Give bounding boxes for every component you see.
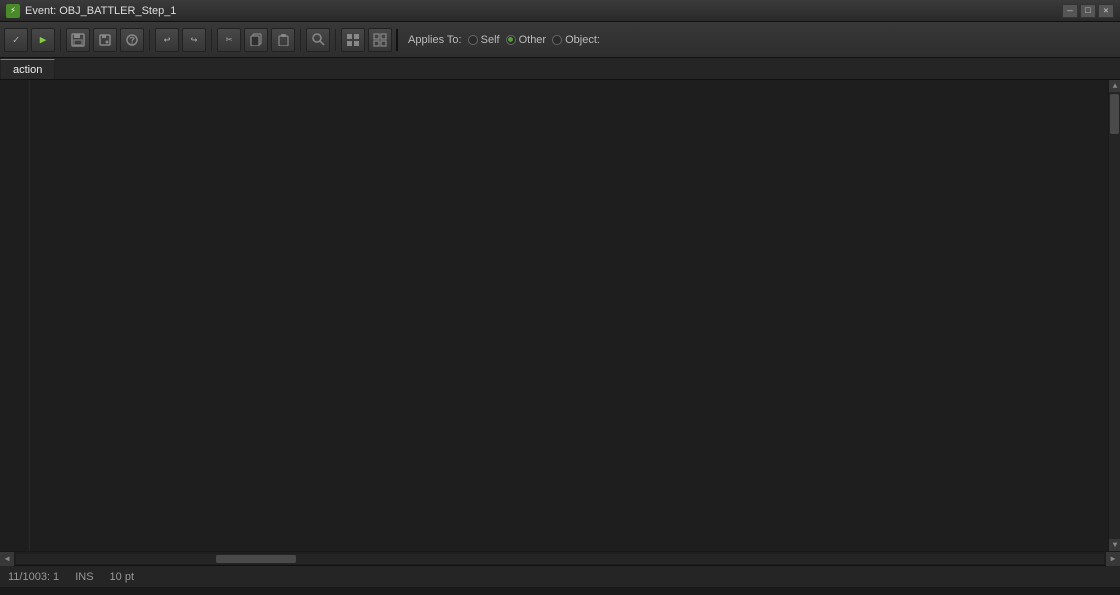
toolbar: ✓ ▶ ↩ ↪ ✂ Applies To: Self Other — [0, 22, 1120, 58]
check-button[interactable]: ✓ — [4, 28, 28, 52]
title-icon: ⚡ — [6, 4, 20, 18]
undo-button[interactable]: ↩ — [155, 28, 179, 52]
font-size: 10 pt — [110, 571, 134, 583]
grid1-button[interactable] — [341, 28, 365, 52]
close-button[interactable]: ✕ — [1098, 4, 1114, 18]
title-bar: ⚡ Event: OBJ_BATTLER_Step_1 — □ ✕ — [0, 0, 1120, 22]
applies-to-section: Applies To: Self Other Object: — [408, 34, 600, 46]
scroll-left-arrow[interactable]: ◀ — [0, 552, 14, 566]
scroll-up-arrow[interactable]: ▲ — [1109, 80, 1120, 92]
title-text: Event: OBJ_BATTLER_Step_1 — [25, 5, 1062, 17]
self-label: Self — [481, 34, 500, 46]
editor-wrapper — [0, 80, 30, 551]
applies-to-self[interactable]: Self — [468, 34, 500, 46]
object-radio[interactable] — [552, 35, 562, 45]
run-button[interactable]: ▶ — [31, 28, 55, 52]
save-small-button[interactable] — [93, 28, 117, 52]
horizontal-scrollbar[interactable]: ◀ ▶ — [0, 551, 1120, 565]
save-button[interactable] — [66, 28, 90, 52]
tab-bar: action — [0, 58, 1120, 80]
other-label: Other — [519, 34, 547, 46]
applies-to-label: Applies To: — [408, 34, 462, 46]
scroll-right-arrow[interactable]: ▶ — [1106, 552, 1120, 566]
other-radio[interactable] — [506, 35, 516, 45]
grid2-button[interactable] — [368, 28, 392, 52]
applies-to-other[interactable]: Other — [506, 34, 547, 46]
copy-button[interactable] — [244, 28, 268, 52]
line-numbers — [0, 80, 30, 551]
editor-container: ▲ ▼ — [0, 80, 1120, 551]
status-bar: 11/1003: 1 INS 10 pt — [0, 565, 1120, 587]
paste-button[interactable] — [271, 28, 295, 52]
self-radio[interactable] — [468, 35, 478, 45]
h-scroll-track[interactable] — [16, 554, 1104, 564]
search-button[interactable] — [306, 28, 330, 52]
cursor-position: 11/1003: 1 — [8, 571, 59, 583]
scroll-track[interactable] — [1109, 92, 1120, 539]
insert-mode: INS — [75, 571, 93, 583]
h-scroll-thumb[interactable] — [216, 555, 296, 563]
minimize-button[interactable]: — — [1062, 4, 1078, 18]
applies-to-object[interactable]: Object: — [552, 34, 600, 46]
cut-button[interactable]: ✂ — [217, 28, 241, 52]
scroll-thumb[interactable] — [1110, 94, 1119, 134]
redo-button[interactable]: ↪ — [182, 28, 206, 52]
action-tab[interactable]: action — [0, 59, 55, 79]
window-controls: — □ ✕ — [1062, 4, 1114, 18]
vertical-scrollbar[interactable]: ▲ ▼ — [1108, 80, 1120, 551]
maximize-button[interactable]: □ — [1080, 4, 1096, 18]
scroll-down-arrow[interactable]: ▼ — [1109, 539, 1120, 551]
unknown-button[interactable] — [120, 28, 144, 52]
object-label: Object: — [565, 34, 600, 46]
